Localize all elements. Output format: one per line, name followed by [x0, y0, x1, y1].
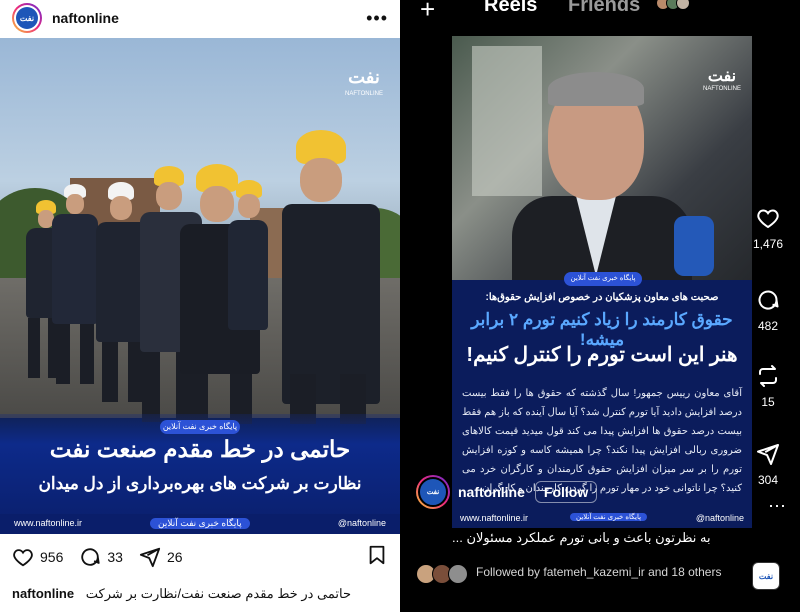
reels-viewer: + Reels Friends نفت NAFTONLINE پایگاه خب…	[400, 0, 800, 612]
followed-by[interactable]: Followed by fatemeh_kazemi_ir and 18 oth…	[416, 564, 736, 584]
audio-thumbnail[interactable]: نفت	[752, 562, 780, 590]
avatar[interactable]: نفت	[416, 475, 450, 509]
heart-icon	[757, 209, 779, 229]
footer-brand: پایگاه خبری نفت آنلاین	[570, 513, 648, 521]
like-count: 956	[40, 549, 64, 565]
save-button[interactable]	[366, 544, 388, 571]
reel-share-button[interactable]: 304	[740, 442, 796, 487]
brand-logo-mark: نفت	[707, 68, 737, 85]
reel-caption[interactable]: به نظرتون باعث و بانی تورم عملکرد مسئولا…	[452, 530, 752, 546]
brand-logo-text: NAFTONLINE	[703, 86, 741, 92]
tab-friends[interactable]: Friends	[568, 0, 640, 17]
reels-header: + Reels Friends	[400, 0, 800, 24]
reel-share-count: 304	[757, 473, 779, 487]
footer-website: www.naftonline.ir	[14, 518, 83, 528]
send-icon	[139, 547, 161, 568]
brand-logo: نفت NAFTONLINE	[342, 64, 386, 116]
feed-post: نفت naftonline ••• نفت NAFTONLINE پایگاه…	[0, 0, 400, 612]
reel-like-count: 1,476	[752, 237, 784, 251]
reel-username[interactable]: naftonline	[458, 484, 525, 500]
avatar-logo: نفت	[16, 7, 38, 29]
avatar[interactable]: نفت	[12, 3, 42, 33]
more-icon[interactable]: •••	[366, 8, 388, 29]
reel-footer: www.naftonline.ir پایگاه خبری نفت آنلاین…	[452, 510, 752, 528]
send-icon	[757, 444, 779, 465]
caption-text: حاتمی در خط مقدم صنعت نفت/نظارت بر شرکت	[85, 586, 351, 601]
friends-avatars	[656, 0, 696, 12]
brand-logo-mark: نفت	[348, 67, 380, 87]
post-subheadline: نظارت بر شرکت های بهره‌برداری از دل میدا…	[38, 474, 362, 493]
footer-handle: @naftonline	[337, 518, 386, 528]
comment-count: 33	[107, 549, 123, 565]
reel-repost-count: 15	[761, 395, 775, 409]
follow-button[interactable]: Follow	[534, 481, 598, 503]
avatar-logo: نفت	[418, 477, 448, 507]
share-count: 26	[166, 549, 183, 565]
post-image[interactable]: نفت NAFTONLINE پایگاه خبری نفت آنلاین حا…	[0, 38, 400, 534]
heart-icon	[13, 549, 33, 567]
microphone	[674, 216, 714, 276]
reel-headline-2: هنر این است تورم را کنترل کنیم!	[466, 344, 738, 366]
like-button[interactable]: 956	[12, 546, 63, 568]
reel-comment-button[interactable]: 482	[740, 288, 796, 333]
reel-intro: صحبت های معاون پزشکیان در خصوص افزایش حق…	[485, 292, 719, 303]
brand-logo: نفت NAFTONLINE	[702, 66, 742, 92]
footer-brand: پایگاه خبری نفت آنلاین	[150, 518, 250, 529]
footer-handle: @naftonline	[695, 513, 744, 523]
post-username[interactable]: naftonline	[52, 10, 119, 26]
followed-by-text: Followed by fatemeh_kazemi_ir and 18 oth…	[476, 565, 722, 579]
brand-logo-text: NAFTONLINE	[345, 91, 383, 97]
reel-like-button[interactable]: 1,476	[740, 206, 796, 251]
reel-video[interactable]: نفت NAFTONLINE	[452, 36, 752, 280]
plus-icon[interactable]: +	[420, 0, 435, 25]
bookmark-icon	[369, 545, 385, 564]
caption-username[interactable]: naftonline	[12, 586, 74, 601]
reel-badge: پایگاه خبری نفت آنلاین	[564, 272, 642, 286]
more-icon[interactable]: ⋯	[768, 496, 786, 517]
post-image-footer: www.naftonline.ir پایگاه خبری نفت آنلاین…	[0, 514, 400, 534]
post-actions: 956 33 26	[0, 540, 400, 574]
reel-author: نفت naftonline Follow	[416, 474, 598, 510]
comment-icon	[758, 290, 779, 310]
share-button[interactable]: 26	[139, 546, 183, 568]
follower-avatars	[416, 564, 472, 584]
overlay-badge: پایگاه خبری نفت آنلاین	[160, 420, 240, 434]
reel-repost-button[interactable]: 15	[740, 364, 796, 409]
comment-button[interactable]: 33	[79, 546, 123, 568]
post-caption: naftonline حاتمی در خط مقدم صنعت نفت/نظا…	[12, 586, 392, 602]
footer-website: www.naftonline.ir	[460, 513, 529, 523]
tab-reels[interactable]: Reels	[484, 0, 537, 17]
screen: نفت naftonline ••• نفت NAFTONLINE پایگاه…	[0, 0, 800, 612]
repost-icon	[759, 365, 777, 387]
post-header: نفت naftonline •••	[0, 0, 400, 36]
post-headline: حاتمی در خط مقدم صنعت نفت	[49, 436, 351, 462]
comment-icon	[81, 548, 100, 566]
reel-comment-count: 482	[757, 319, 779, 333]
